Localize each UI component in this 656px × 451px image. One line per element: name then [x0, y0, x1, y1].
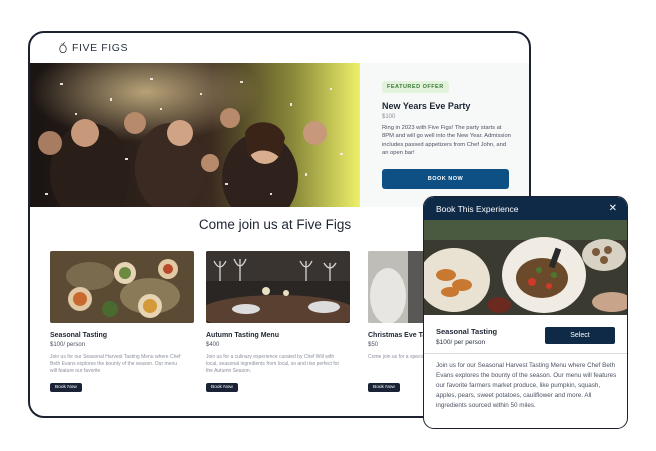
dish-photo: [424, 220, 627, 315]
featured-offer-panel: FEATURED OFFER New Years Eve Party $100 …: [360, 63, 529, 207]
brand-logo[interactable]: FIVE FIGS: [58, 42, 128, 54]
experience-card[interactable]: Seasonal Tasting $100/ person Join us fo…: [50, 251, 194, 393]
modal-item-title: Seasonal Tasting: [436, 327, 498, 336]
card-image: [206, 251, 350, 323]
site-header: FIVE FIGS: [30, 33, 529, 63]
select-button[interactable]: Select: [545, 327, 615, 344]
card-book-now-button[interactable]: Book Now: [206, 383, 238, 392]
modal-item-price: $100/ per person: [436, 339, 486, 346]
modal-title: Book This Experience: [436, 203, 519, 214]
offer-description: Ring in 2023 with Five Figs! The party s…: [382, 125, 511, 157]
card-description: Join us for our Seasonal Harvest Tasting…: [50, 354, 181, 374]
close-icon[interactable]: ✕: [609, 203, 617, 214]
modal-header: Book This Experience ✕: [424, 197, 627, 220]
offer-title: New Years Eve Party: [382, 101, 471, 111]
featured-offer-badge: FEATURED OFFER: [382, 81, 449, 93]
modal-description: Join us for our Seasonal Harvest Tasting…: [436, 362, 617, 409]
card-title: Seasonal Tasting: [50, 332, 108, 339]
card-description: Join us for a culinary experience curate…: [206, 354, 340, 374]
card-image: [50, 251, 194, 323]
booking-modal: Book This Experience ✕ Seasonal Tasting …: [423, 196, 628, 429]
brand-name: FIVE FIGS: [72, 42, 129, 54]
party-photo: [30, 63, 360, 207]
experience-card[interactable]: Autumn Tasting Menu $400 Join us for a c…: [206, 251, 350, 393]
fig-icon: [59, 42, 67, 54]
card-book-now-button[interactable]: Book Now: [368, 383, 400, 392]
card-price: $100/ person: [50, 342, 86, 348]
offer-price: $100: [382, 114, 396, 120]
card-price: $400: [206, 342, 220, 348]
card-title: Autumn Tasting Menu: [206, 332, 279, 339]
divider: [424, 353, 627, 354]
book-now-button[interactable]: BOOK NOW: [382, 169, 509, 189]
card-book-now-button[interactable]: Book Now: [50, 383, 82, 392]
